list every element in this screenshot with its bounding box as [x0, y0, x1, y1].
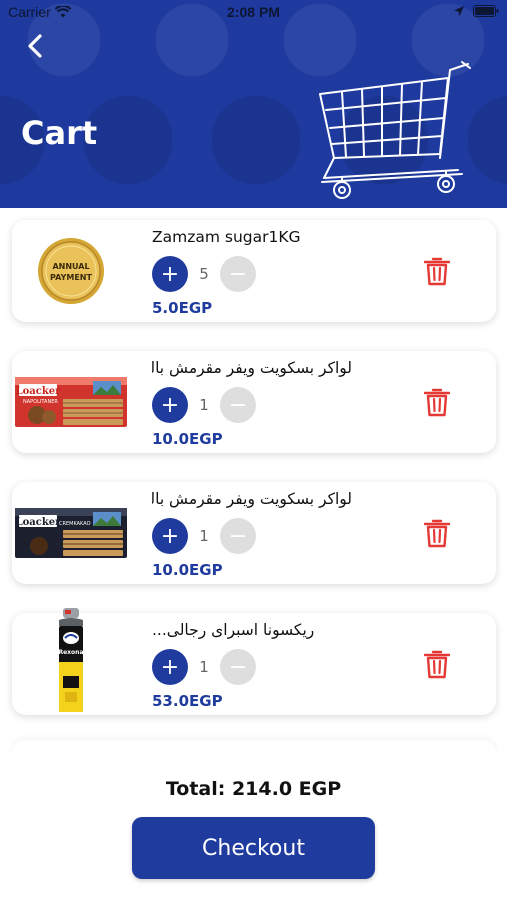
cart-total: Total: 214.0 EGP: [165, 778, 342, 800]
chevron-left-icon: [28, 34, 42, 58]
delete-item-button[interactable]: [423, 387, 451, 417]
product-price: 10.0EGP: [152, 430, 223, 448]
product-price: 53.0EGP: [152, 692, 223, 710]
product-name: لواكر بسكويت ويفر مقرمش بالبند...: [152, 359, 352, 377]
battery-icon: [473, 5, 499, 17]
status-time: 2:08 PM: [227, 4, 280, 20]
trash-icon: [423, 519, 451, 548]
product-name: لواكر بسكويت ويفر مقرمش بالكاك...: [152, 490, 352, 508]
shopping-cart-icon: [319, 61, 471, 199]
product-image: Loacker NAPOLITANER: [12, 361, 130, 443]
decrease-quantity-button[interactable]: −: [220, 518, 256, 554]
checkout-button[interactable]: Checkout: [132, 817, 375, 879]
svg-text:ANNUAL: ANNUAL: [52, 262, 89, 271]
back-button[interactable]: [20, 30, 52, 62]
delete-item-button[interactable]: [423, 649, 451, 679]
quantity-stepper: + 1 −: [152, 649, 256, 685]
quantity-value: 5: [199, 265, 209, 283]
increase-quantity-button[interactable]: +: [152, 649, 188, 685]
quantity-value: 1: [199, 396, 209, 414]
status-right: [453, 5, 499, 17]
decrease-quantity-button[interactable]: −: [220, 387, 256, 423]
product-name: Zamzam sugar1KG: [152, 228, 301, 246]
quantity-value: 1: [199, 527, 209, 545]
product-image: Loacker CREMKAKAO: [12, 492, 130, 574]
quantity-stepper: + 5 −: [152, 256, 256, 292]
svg-text:Loacker: Loacker: [16, 517, 62, 528]
quantity-stepper: + 1 −: [152, 518, 256, 554]
location-arrow-icon: [454, 6, 464, 16]
cart-item: Loacker CREMKAKAO لواكر بسكويت ويفر مقرم…: [12, 482, 496, 584]
svg-text:Rexona: Rexona: [58, 649, 83, 656]
product-image: ANNUAL PAYMENT: [12, 230, 130, 312]
increase-quantity-button[interactable]: +: [152, 518, 188, 554]
svg-text:NAPOLITANER: NAPOLITANER: [23, 399, 58, 405]
loacker-cremkakao-package: Loacker CREMKAKAO: [15, 508, 127, 558]
decrease-quantity-button[interactable]: −: [220, 256, 256, 292]
rexona-spray-can: Rexona: [58, 608, 84, 712]
product-name: ريكسونا اسبراى رجالى...: [152, 621, 315, 639]
page-title: Cart: [21, 114, 98, 152]
product-price: 5.0EGP: [152, 299, 213, 317]
quantity-stepper: + 1 −: [152, 387, 256, 423]
trash-icon: [423, 650, 451, 679]
svg-text:CREMKAKAO: CREMKAKAO: [59, 521, 91, 527]
cart-item: Loacker NAPOLITANER لواكر بسكويت ويفر مق…: [12, 351, 496, 453]
trash-icon: [423, 388, 451, 417]
header: Carrier 2:08 PM Cart: [0, 0, 507, 208]
decrease-quantity-button[interactable]: −: [220, 649, 256, 685]
svg-text:Loacker: Loacker: [16, 386, 62, 397]
cart-item: Rexona ريكسونا اسبراى رجالى... + 1 − 53.…: [12, 608, 496, 715]
delete-item-button[interactable]: [423, 256, 451, 286]
status-bar: Carrier 2:08 PM: [0, 0, 507, 26]
increase-quantity-button[interactable]: +: [152, 387, 188, 423]
delete-item-button[interactable]: [423, 518, 451, 548]
cart-item: ANNUAL PAYMENT Zamzam sugar1KG + 5 − 5.0…: [12, 220, 496, 322]
quantity-value: 1: [199, 658, 209, 676]
trash-icon: [423, 257, 451, 286]
product-price: 10.0EGP: [152, 561, 223, 579]
annual-payment-badge: ANNUAL PAYMENT: [38, 238, 104, 304]
loacker-napolitaner-package: Loacker NAPOLITANER: [15, 377, 127, 427]
increase-quantity-button[interactable]: +: [152, 256, 188, 292]
svg-text:PAYMENT: PAYMENT: [50, 273, 92, 282]
product-image: Rexona: [12, 605, 130, 717]
